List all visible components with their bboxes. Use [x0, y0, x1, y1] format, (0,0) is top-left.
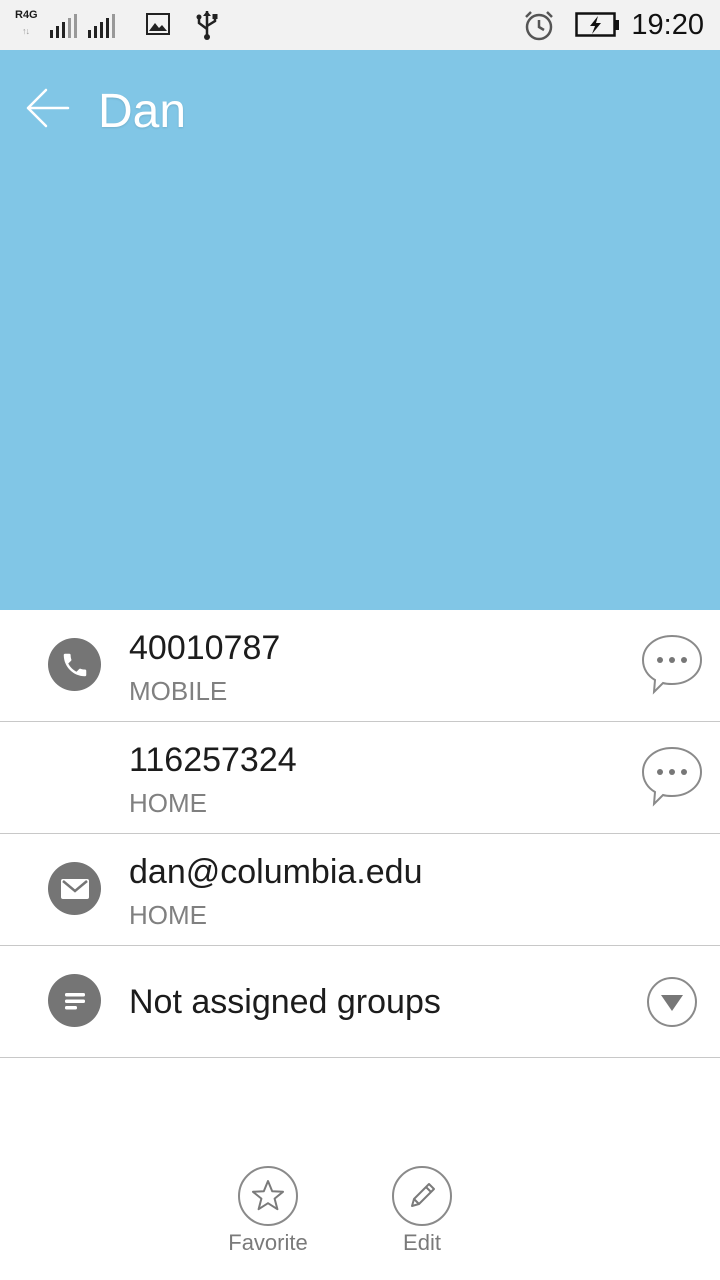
phone-type-label: MOBILE	[129, 676, 228, 706]
groups-expand-button[interactable]	[646, 976, 698, 1028]
phone-row-home[interactable]: 116257324 HOME	[0, 722, 720, 834]
alarm-icon	[525, 11, 553, 41]
message-button[interactable]	[640, 744, 704, 808]
gallery-icon	[146, 13, 170, 35]
email-address: dan@columbia.edu	[129, 853, 423, 891]
phone-number: 40010787	[129, 629, 281, 667]
usb-icon	[196, 11, 218, 40]
message-bubble-icon	[641, 746, 703, 807]
groups-row[interactable]: Not assigned groups	[0, 946, 720, 1058]
favorite-label: Favorite	[228, 1230, 308, 1255]
favorite-circle	[238, 1166, 298, 1226]
phone-icon	[48, 638, 101, 691]
pencil-icon	[411, 1183, 435, 1207]
message-bubble-icon	[641, 634, 703, 695]
edit-button[interactable]: Edit	[367, 1166, 477, 1256]
dropdown-triangle-icon	[647, 977, 697, 1027]
contact-name: Dan	[98, 85, 187, 138]
edit-label: Edit	[403, 1230, 441, 1255]
email-type-label: HOME	[129, 900, 207, 930]
groups-label: Not assigned groups	[129, 983, 441, 1021]
favorite-button[interactable]: Favorite	[213, 1166, 323, 1256]
back-button[interactable]	[22, 84, 74, 132]
groups-icon	[48, 974, 101, 1027]
status-bar: R4G ↑↓ 19:20	[0, 0, 720, 50]
email-icon	[48, 862, 101, 915]
contact-header: Dan	[0, 50, 720, 610]
signal-icon	[50, 14, 115, 38]
status-time: 19:20	[631, 9, 704, 41]
network-type-label: R4G	[15, 9, 38, 21]
data-arrows-icon: ↑↓	[22, 26, 30, 36]
battery-charging-icon	[575, 12, 619, 37]
message-button[interactable]	[640, 632, 704, 696]
phone-number: 116257324	[129, 741, 297, 779]
back-arrow-icon	[26, 88, 70, 128]
phone-type-label: HOME	[129, 788, 207, 818]
edit-circle	[392, 1166, 452, 1226]
phone-row-mobile[interactable]: 40010787 MOBILE	[0, 610, 720, 722]
star-icon	[252, 1180, 284, 1211]
email-row[interactable]: dan@columbia.edu HOME	[0, 834, 720, 946]
